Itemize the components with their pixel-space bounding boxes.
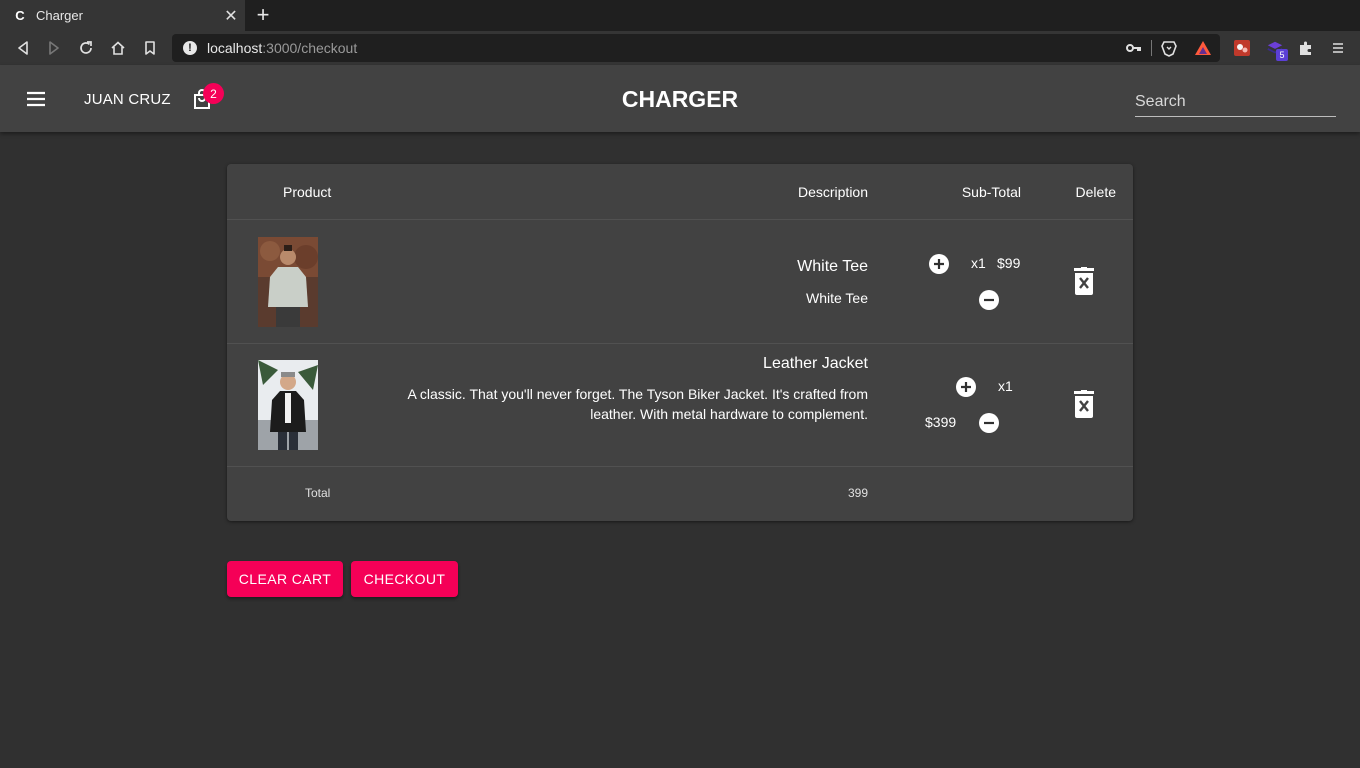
minus-icon — [984, 421, 994, 425]
decrease-quantity-button[interactable] — [979, 290, 999, 310]
table-row: White Tee White Tee x1 $99 — [227, 221, 1133, 344]
checkout-button[interactable]: CHECKOUT — [351, 561, 458, 597]
browser-menu-icon[interactable] — [1329, 39, 1347, 57]
product-image-white-tee — [258, 237, 318, 327]
delete-item-button[interactable] — [1073, 267, 1095, 295]
minus-icon — [984, 298, 994, 302]
quantity-value: x1 — [998, 378, 1013, 394]
product-image-leather-jacket — [258, 360, 318, 450]
site-info-icon[interactable]: ! — [183, 41, 197, 55]
key-icon[interactable] — [1126, 41, 1142, 59]
delete-forever-icon — [1074, 390, 1094, 418]
tab-close-icon[interactable]: ✕ — [223, 8, 239, 25]
new-tab-button[interactable]: + — [252, 2, 274, 27]
extension-game-icon[interactable] — [1233, 39, 1251, 57]
subtotal-value: $99 — [997, 255, 1021, 271]
product-name: Leather Jacket — [763, 355, 868, 372]
plus-icon — [934, 259, 944, 269]
total-row: Total 399 — [227, 467, 1133, 521]
menu-icon — [27, 91, 45, 107]
browser-tab[interactable]: C Charger ✕ — [0, 0, 245, 31]
cart-count-badge: 2 — [203, 83, 224, 104]
table-row: Leather Jacket A classic. That you'll ne… — [227, 344, 1133, 467]
address-bar[interactable]: ! localhost:3000/checkout — [172, 34, 1220, 62]
product-name: White Tee — [797, 258, 868, 275]
url-divider — [1151, 40, 1152, 56]
extension-badge: 5 — [1276, 49, 1288, 61]
tab-title: Charger — [36, 8, 83, 23]
hamburger-menu-button[interactable] — [24, 87, 48, 111]
url-text: localhost:3000/checkout — [207, 40, 358, 56]
increase-quantity-button[interactable] — [929, 254, 949, 274]
clear-cart-button[interactable]: CLEAR CART — [227, 561, 343, 597]
header-product: Product — [283, 184, 332, 200]
cart-table: Product Description Sub-Total Delete Whi… — [227, 164, 1133, 521]
forward-button[interactable] — [43, 37, 65, 59]
table-header-row: Product Description Sub-Total Delete — [227, 164, 1133, 220]
extensions-puzzle-icon[interactable] — [1297, 39, 1315, 57]
brave-shields-icon[interactable] — [1160, 39, 1178, 62]
decrease-quantity-button[interactable] — [979, 413, 999, 433]
brave-rewards-icon[interactable] — [1194, 39, 1212, 62]
app-header: JUAN CRUZ 2 CHARGER — [0, 65, 1360, 132]
reload-button[interactable] — [75, 37, 97, 59]
delete-item-button[interactable] — [1073, 390, 1095, 418]
search-input[interactable] — [1135, 87, 1336, 117]
bookmark-button[interactable] — [139, 37, 161, 59]
increase-quantity-button[interactable] — [956, 377, 976, 397]
browser-tab-strip: C Charger ✕ + — [0, 0, 1360, 31]
home-button[interactable] — [107, 37, 129, 59]
quantity-value: x1 — [971, 255, 986, 271]
plus-icon — [961, 382, 971, 392]
header-description: Description — [797, 184, 868, 200]
extension-stack-icon[interactable]: 5 — [1266, 39, 1288, 61]
browser-toolbar: ! localhost:3000/checkout 5 — [0, 31, 1360, 65]
header-subtotal: Sub-Total — [961, 184, 1021, 200]
reload-icon — [80, 41, 92, 54]
bookmark-icon — [145, 41, 155, 55]
brand-link[interactable]: CHARGER — [622, 86, 738, 112]
user-name-button[interactable]: JUAN CRUZ — [84, 91, 171, 108]
forward-arrow-icon — [49, 41, 59, 55]
subtotal-value: $399 — [925, 414, 957, 430]
back-button[interactable] — [12, 37, 34, 59]
header-delete: Delete — [1075, 184, 1116, 200]
back-arrow-icon — [18, 41, 28, 55]
site-favicon-icon: C — [15, 8, 25, 23]
product-description: White Tee — [806, 290, 868, 306]
total-value: 399 — [847, 486, 868, 500]
delete-forever-icon — [1074, 267, 1094, 295]
home-icon — [111, 41, 125, 55]
product-description: A classic. That you'll never forget. The… — [407, 386, 868, 422]
total-label: Total — [305, 486, 331, 500]
